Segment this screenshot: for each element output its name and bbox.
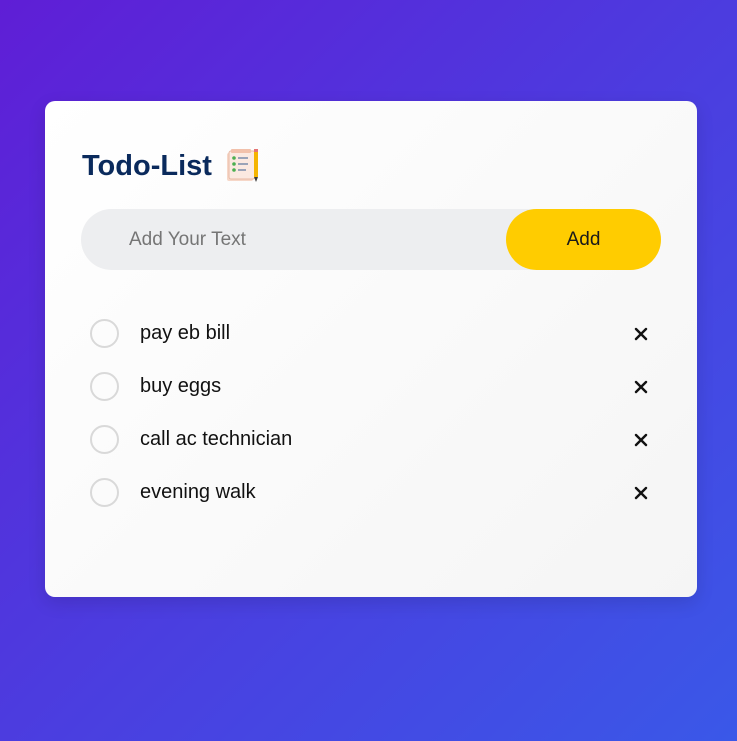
list-item[interactable]: evening walk: [90, 466, 650, 519]
notepad-checklist-icon: [224, 149, 260, 183]
circle-checkbox[interactable]: [90, 319, 119, 348]
list-item[interactable]: pay eb bill: [90, 307, 650, 360]
list-item[interactable]: call ac technician: [90, 413, 650, 466]
circle-checkbox[interactable]: [90, 372, 119, 401]
close-icon[interactable]: [632, 431, 650, 449]
todo-card: Todo-List Add pay eb bill: [45, 101, 697, 597]
close-icon[interactable]: [632, 378, 650, 396]
page-title: Todo-List: [82, 150, 212, 182]
circle-checkbox[interactable]: [90, 425, 119, 454]
add-button[interactable]: Add: [506, 209, 661, 270]
add-todo-bar: Add: [81, 209, 661, 270]
todo-text: buy eggs: [140, 375, 222, 397]
header: Todo-List: [82, 149, 260, 183]
circle-checkbox[interactable]: [90, 478, 119, 507]
todo-text: call ac technician: [140, 428, 293, 450]
list-item[interactable]: buy eggs: [90, 360, 650, 413]
todo-list: pay eb bill buy eggs call ac technician …: [90, 307, 650, 519]
close-icon[interactable]: [632, 484, 650, 502]
todo-text: evening walk: [140, 481, 256, 503]
todo-text: pay eb bill: [140, 322, 231, 344]
todo-text-input[interactable]: [129, 209, 499, 270]
close-icon[interactable]: [632, 325, 650, 343]
